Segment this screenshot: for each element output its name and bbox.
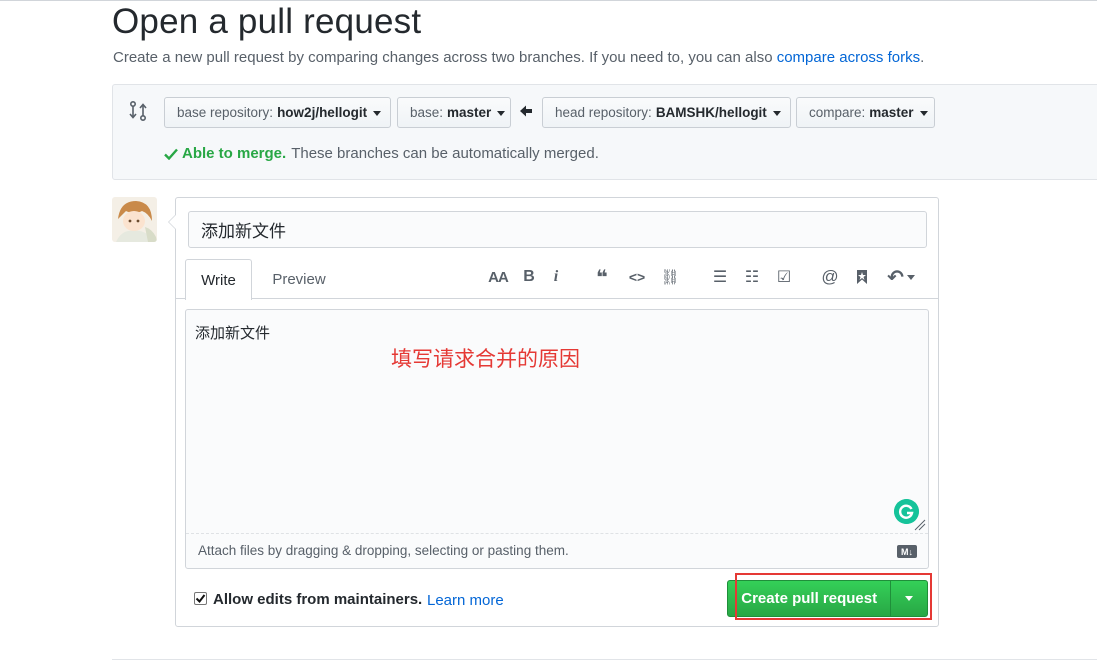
bold-icon[interactable]: B	[520, 266, 538, 288]
ordered-list-icon[interactable]: ☷	[740, 266, 764, 288]
base-branch-label: base:	[410, 105, 444, 120]
base-branch-value: master	[447, 105, 492, 120]
chevron-down-icon	[906, 274, 915, 280]
pr-title-input[interactable]: 添加新文件	[188, 211, 927, 248]
base-repository-label: base repository:	[177, 105, 274, 120]
markdown-icon-label: M↓	[901, 546, 913, 557]
avatar[interactable]	[112, 197, 157, 242]
bookmark-icon	[857, 270, 867, 284]
reply-icon: ↶	[887, 266, 904, 289]
compare-branch-select[interactable]: compare: master	[796, 97, 935, 128]
merge-message: These branches can be automatically merg…	[291, 145, 599, 162]
unordered-list-icon[interactable]: ☰	[708, 266, 732, 288]
markdown-icon[interactable]: M↓	[897, 545, 917, 558]
chevron-down-icon	[772, 111, 781, 116]
italic-icon[interactable]: i	[548, 266, 564, 288]
subtitle-end: .	[920, 49, 925, 66]
base-repository-select[interactable]: base repository: how2j/hellogit	[164, 97, 391, 128]
resize-handle-icon[interactable]	[913, 518, 926, 531]
form-pointer-inner	[169, 215, 176, 229]
quote-icon[interactable]: ❝	[591, 266, 613, 289]
tab-preview[interactable]: Preview	[262, 259, 336, 299]
merge-ok-text: Able to merge.	[182, 145, 287, 162]
pr-body-text: 添加新文件	[195, 324, 271, 342]
tab-write[interactable]: Write	[185, 259, 252, 300]
compare-branch-value: master	[869, 105, 914, 120]
saved-reply-icon[interactable]	[852, 266, 872, 288]
merge-status: Able to merge. These branches can be aut…	[164, 145, 599, 162]
task-list-icon[interactable]: ☑	[772, 266, 796, 288]
allow-edits-checkbox[interactable]	[194, 592, 207, 605]
base-branch-select[interactable]: base: master	[397, 97, 511, 128]
mention-icon[interactable]: @	[818, 266, 842, 288]
allow-edits-label: Allow edits from maintainers.	[213, 591, 423, 608]
learn-more-link[interactable]: Learn more	[427, 592, 504, 609]
page-subtitle: Create a new pull request by comparing c…	[113, 49, 924, 66]
code-icon[interactable]: <>	[626, 266, 648, 288]
chevron-down-icon	[919, 111, 928, 116]
compare-branch-label: compare:	[809, 105, 866, 120]
head-repository-select[interactable]: head repository: BAMSHK/hellogit	[542, 97, 791, 128]
subtitle-text: Create a new pull request by comparing c…	[113, 49, 777, 66]
arrow-left-icon	[520, 105, 532, 117]
head-repository-value: BAMSHK/hellogit	[655, 105, 767, 120]
heading-icon[interactable]: AA	[486, 266, 510, 288]
chevron-down-icon	[497, 111, 506, 116]
compare-arrows-icon	[129, 100, 147, 122]
base-repository-value: how2j/hellogit	[277, 105, 368, 120]
page-title: Open a pull request	[112, 2, 422, 41]
annotation-note: 填写请求合并的原因	[391, 347, 580, 371]
check-icon	[164, 148, 178, 160]
link-icon[interactable]: ⛓	[658, 266, 682, 288]
top-divider	[0, 0, 1097, 1]
chevron-down-icon	[373, 111, 382, 116]
checkmark-icon	[195, 594, 206, 604]
attach-files-hint[interactable]: Attach files by dragging & dropping, sel…	[198, 543, 569, 558]
attach-divider	[186, 533, 928, 534]
compare-forks-link[interactable]: compare across forks	[777, 49, 920, 66]
reply-dropdown[interactable]: ↶	[884, 266, 918, 289]
head-repository-label: head repository:	[555, 105, 652, 120]
highlight-annotation-box	[735, 573, 932, 620]
